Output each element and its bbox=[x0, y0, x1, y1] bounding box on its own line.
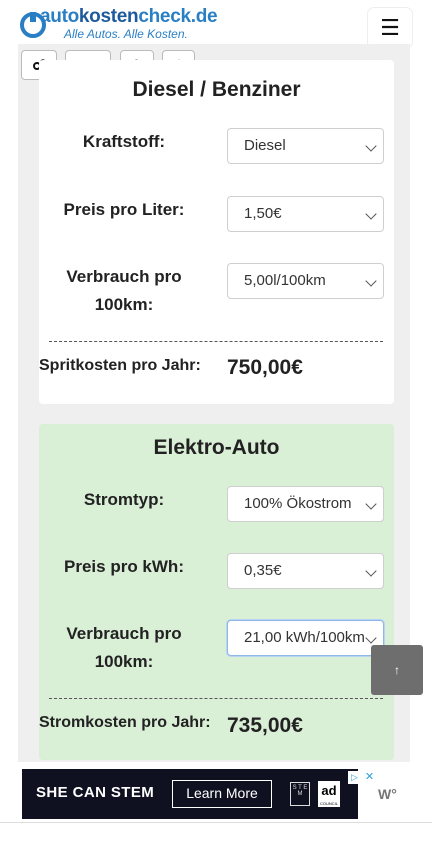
scroll-to-top-button[interactable]: ↑ bbox=[371, 645, 423, 695]
chevron-down-icon bbox=[365, 275, 377, 287]
power-cost-label: Stromkosten pro Jahr: bbox=[39, 714, 211, 731]
ad-stem-box: S T E M bbox=[290, 782, 310, 806]
consumption-label: Verbrauch pro 100km: bbox=[66, 267, 182, 314]
ad-network-logo: W° bbox=[378, 786, 397, 802]
ad-close-icon[interactable]: ✕ bbox=[363, 771, 376, 784]
electric-consumption-label: Verbrauch pro 100km: bbox=[66, 624, 182, 671]
chevron-down-icon bbox=[365, 498, 377, 510]
power-type-label: Stromtyp: bbox=[83, 490, 165, 509]
ad-banner-container: SHE CAN STEM Learn More S T E M ad COUNC… bbox=[0, 766, 432, 822]
hamburger-icon: ☰ bbox=[380, 15, 400, 40]
ad-learn-more-button[interactable]: Learn More bbox=[172, 780, 272, 808]
chevron-down-icon bbox=[365, 140, 377, 152]
chevron-down-icon bbox=[365, 632, 377, 644]
elektro-title: Elektro-Auto bbox=[153, 436, 280, 459]
chevron-down-icon bbox=[365, 565, 377, 577]
consumption-select[interactable]: 5,00l/100km bbox=[227, 263, 384, 299]
chevron-down-icon bbox=[365, 208, 377, 220]
arrow-up-icon: ↑ bbox=[394, 663, 400, 677]
ad-banner[interactable]: SHE CAN STEM Learn More S T E M ad COUNC… bbox=[22, 769, 376, 819]
divider bbox=[49, 698, 383, 699]
power-cost-value: 735,00€ bbox=[227, 714, 303, 737]
power-type-select[interactable]: 100% Ökostrom bbox=[227, 486, 384, 522]
divider bbox=[49, 341, 383, 342]
ad-headline: SHE CAN STEM bbox=[36, 784, 155, 801]
fuel-label: Kraftstoff: bbox=[82, 132, 166, 151]
fuel-cost-label: Spritkosten pro Jahr: bbox=[39, 357, 201, 374]
fuel-cost-value: 750,00€ bbox=[227, 356, 303, 379]
price-per-kwh-label: Preis pro kWh: bbox=[64, 557, 184, 576]
site-logo[interactable]: autokostencheck.de Alle Autos. Alle Kost… bbox=[20, 6, 220, 42]
fuel-select[interactable]: Diesel bbox=[227, 128, 384, 164]
electric-consumption-select[interactable]: 21,00 kWh/100km bbox=[227, 620, 384, 656]
price-per-liter-select[interactable]: 1,50€ bbox=[227, 196, 384, 232]
ad-council-sub: COUNCIL bbox=[319, 801, 338, 806]
menu-button[interactable]: ☰ bbox=[368, 8, 412, 48]
ad-choices-icon[interactable]: ▷ bbox=[348, 771, 361, 784]
price-per-liter-label: Preis pro Liter: bbox=[63, 200, 185, 219]
price-per-kwh-select[interactable]: 0,35€ bbox=[227, 553, 384, 589]
elektro-card: Elektro-Auto Stromtyp: 100% Ökostrom Pre… bbox=[39, 424, 394, 760]
diesel-title: Diesel / Benziner bbox=[132, 78, 301, 101]
diesel-card: Diesel / Benziner Kraftstoff: Diesel Pre… bbox=[39, 60, 394, 404]
footer-divider bbox=[0, 822, 432, 823]
logo-tagline: Alle Autos. Alle Kosten. bbox=[64, 27, 188, 41]
logo-wordmark: autokostencheck.de bbox=[40, 6, 218, 27]
